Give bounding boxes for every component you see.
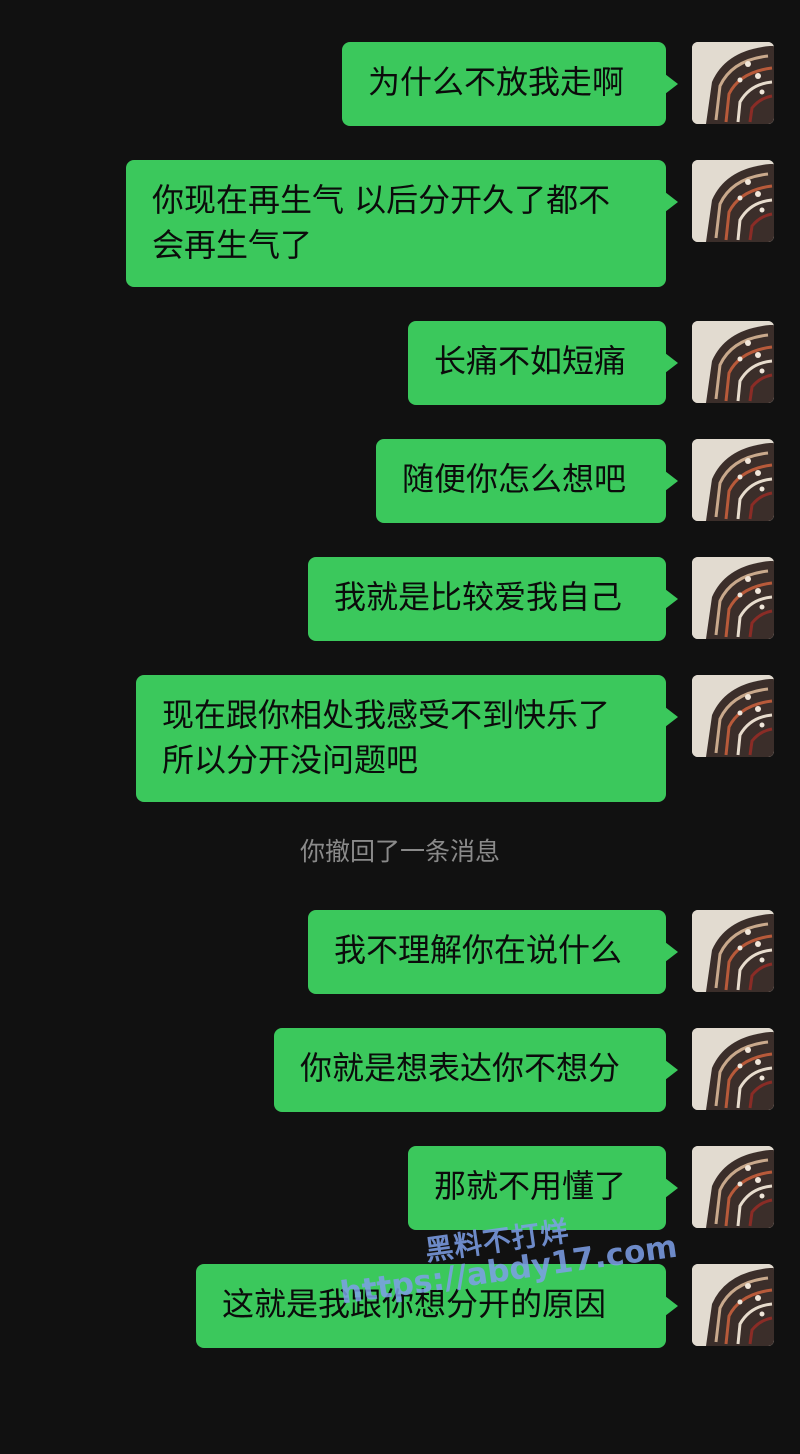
message-row: 长痛不如短痛 xyxy=(408,321,774,405)
avatar[interactable] xyxy=(692,557,774,639)
message-bubble[interactable]: 随便你怎么想吧 xyxy=(376,439,678,523)
message-bubble[interactable]: 现在跟你相处我感受不到快乐了 所以分开没问题吧 xyxy=(136,675,678,802)
avatar[interactable] xyxy=(692,675,774,757)
message-bubble[interactable]: 那就不用懂了 xyxy=(408,1146,678,1230)
chat-screen: 为什么不放我走啊 你现在再生气 以后分开久了都不 会再生气了 长痛不如短痛 随便… xyxy=(0,0,800,1454)
moth-wing-avatar-icon xyxy=(692,160,774,242)
message-row: 那就不用懂了 xyxy=(408,1146,774,1230)
avatar[interactable] xyxy=(692,439,774,521)
avatar[interactable] xyxy=(692,1264,774,1346)
message-row: 现在跟你相处我感受不到快乐了 所以分开没问题吧 xyxy=(136,675,774,802)
message-bubble[interactable]: 我不理解你在说什么 xyxy=(308,910,678,994)
message-bubble[interactable]: 长痛不如短痛 xyxy=(408,321,678,405)
moth-wing-avatar-icon xyxy=(692,1028,774,1110)
moth-wing-avatar-icon xyxy=(692,1146,774,1228)
moth-wing-avatar-icon xyxy=(692,1264,774,1346)
message-bubble[interactable]: 这就是我跟你想分开的原因 xyxy=(196,1264,678,1348)
message-bubble[interactable]: 我就是比较爱我自己 xyxy=(308,557,678,641)
moth-wing-avatar-icon xyxy=(692,910,774,992)
message-row: 我就是比较爱我自己 xyxy=(308,557,774,641)
avatar[interactable] xyxy=(692,1146,774,1228)
moth-wing-avatar-icon xyxy=(692,439,774,521)
recall-notice: 你撤回了一条消息 xyxy=(299,837,500,866)
message-bubble[interactable]: 你现在再生气 以后分开久了都不 会再生气了 xyxy=(126,160,678,287)
message-row: 你就是想表达你不想分 xyxy=(274,1028,774,1112)
moth-wing-avatar-icon xyxy=(692,321,774,403)
avatar[interactable] xyxy=(692,42,774,124)
message-bubble[interactable]: 你就是想表达你不想分 xyxy=(274,1028,678,1112)
avatar[interactable] xyxy=(692,160,774,242)
message-row: 为什么不放我走啊 xyxy=(342,42,774,126)
avatar[interactable] xyxy=(692,321,774,403)
moth-wing-avatar-icon xyxy=(692,42,774,124)
message-row: 你现在再生气 以后分开久了都不 会再生气了 xyxy=(126,160,774,287)
message-row: 我不理解你在说什么 xyxy=(308,910,774,994)
avatar[interactable] xyxy=(692,1028,774,1110)
moth-wing-avatar-icon xyxy=(692,557,774,639)
message-row: 这就是我跟你想分开的原因 xyxy=(196,1264,774,1348)
message-row: 随便你怎么想吧 xyxy=(376,439,774,523)
message-bubble[interactable]: 为什么不放我走啊 xyxy=(342,42,678,126)
avatar[interactable] xyxy=(692,910,774,992)
moth-wing-avatar-icon xyxy=(692,675,774,757)
